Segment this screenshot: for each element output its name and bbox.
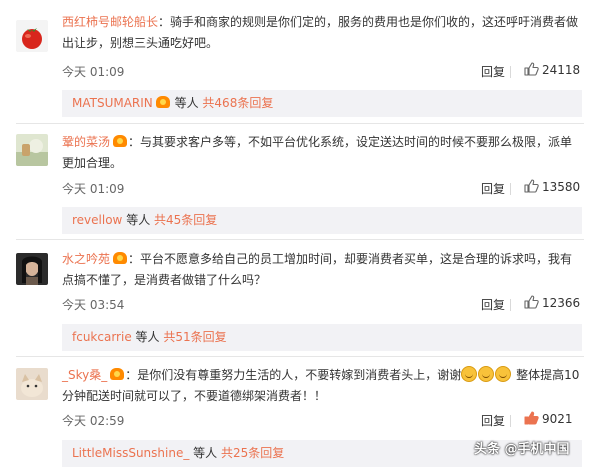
like-count: 13580	[542, 180, 581, 194]
sub-reply-user[interactable]: revellow	[72, 213, 122, 227]
sub-reply-count-link[interactable]: 共25条回复	[221, 446, 284, 460]
comment-meta: 今天 01:09 回复 13580	[62, 179, 582, 198]
reply-button[interactable]: 回复	[481, 180, 505, 197]
cat-avatar-icon	[16, 368, 48, 400]
comment-body: ：与其要求客户多等，不如平台优化系统，设定送达时间的时候不要那么极限，派单更加合…	[62, 135, 573, 170]
reply-button[interactable]: 回复	[481, 412, 505, 429]
tomato-avatar-icon	[16, 20, 48, 52]
comment-text: _Sky桑_ ：是你们没有尊重努力生活的人，不要转嫁到消费者头上，谢谢 整体提高1…	[62, 365, 582, 407]
comment-username[interactable]: _Sky桑_	[62, 368, 107, 382]
sub-reply-middle: 等人	[170, 96, 203, 110]
avatar[interactable]	[16, 134, 48, 166]
sub-reply-middle: 等人	[131, 330, 164, 344]
comment-username[interactable]: 鞏的菜汤	[62, 135, 110, 149]
comment-text: 水之吟苑 ：平台不愿意多给自己的员工增加时间，却要消费者买单，这是合理的诉求吗，我…	[62, 249, 582, 291]
thumbs-up-icon	[524, 62, 539, 76]
portrait-avatar-icon	[16, 253, 48, 285]
comment-divider	[16, 356, 584, 357]
divider	[510, 299, 511, 311]
divider	[510, 183, 511, 195]
sub-reply-user[interactable]: MATSUMARIN	[72, 96, 153, 110]
thumbs-up-icon	[524, 179, 539, 193]
avatar[interactable]	[16, 20, 48, 52]
comment-time: 今天 01:09	[62, 182, 125, 196]
sub-reply-count-link[interactable]: 共51条回复	[163, 330, 226, 344]
grin-emoji-icon	[478, 366, 495, 382]
sub-reply-user[interactable]: LittleMissSunshine_	[72, 446, 189, 460]
comment-username[interactable]: 西红柿号邮轮船长	[62, 15, 158, 29]
thumbs-up-filled-icon	[524, 411, 539, 425]
comment-divider	[16, 239, 584, 240]
avatar[interactable]	[16, 253, 48, 285]
like-count: 12366	[542, 296, 581, 310]
photo-avatar-icon	[16, 134, 48, 166]
like-count: 9021	[542, 412, 573, 426]
vip-badge-icon	[110, 368, 125, 380]
vip-badge-icon	[113, 252, 128, 264]
comment-text: 鞏的菜汤 ：与其要求客户多等，不如平台优化系统，设定送达时间的时候不要那么极限，派…	[62, 132, 582, 174]
sub-replies-bar[interactable]: fcukcarrie 等人 共51条回复	[62, 324, 582, 351]
grin-emoji-icon	[495, 366, 512, 382]
comment-time: 今天 02:59	[62, 414, 125, 428]
reply-button[interactable]: 回复	[481, 296, 505, 313]
comment-divider	[16, 123, 584, 124]
comment-time: 今天 03:54	[62, 298, 125, 312]
divider	[510, 415, 511, 427]
watermark: 头条 @手机中国	[474, 442, 570, 457]
comment-text: 西红柿号邮轮船长：骑手和商家的规则是你们定的，服务的费用也是你们收的，这还呼吁消…	[62, 12, 582, 54]
sub-reply-count-link[interactable]: 共45条回复	[154, 213, 217, 227]
vip-badge-icon	[113, 135, 128, 147]
thumbs-up-icon	[524, 295, 539, 309]
vip-badge-icon	[155, 96, 170, 108]
sub-reply-middle: 等人	[189, 446, 221, 460]
divider	[510, 66, 511, 78]
comment-body: ：平台不愿意多给自己的员工增加时间，却要消费者买单，这是合理的诉求吗，我有点搞不…	[62, 252, 573, 287]
comment-username[interactable]: 水之吟苑	[62, 252, 110, 266]
sub-replies-bar[interactable]: revellow 等人 共45条回复	[62, 207, 582, 234]
comment-time: 今天 01:09	[62, 65, 125, 79]
sub-reply-count-link[interactable]: 共468条回复	[202, 96, 273, 110]
reply-button[interactable]: 回复	[481, 63, 505, 80]
comment-meta: 今天 03:54 回复 12366	[62, 295, 582, 314]
avatar[interactable]	[16, 368, 48, 400]
sub-replies-bar[interactable]: MATSUMARIN 等人 共468条回复	[62, 90, 582, 117]
sub-reply-user[interactable]: fcukcarrie	[72, 330, 132, 344]
like-count: 24118	[542, 63, 581, 77]
sub-reply-middle: 等人	[122, 213, 155, 227]
comment-meta: 今天 02:59 回复 9021	[62, 411, 582, 430]
grin-emoji-icon	[461, 366, 478, 382]
comment-body: ：是你们没有尊重努力生活的人，不要转嫁到消费者头上，谢谢	[125, 368, 462, 382]
comment-meta: 今天 01:09 回复 24118	[62, 62, 582, 81]
